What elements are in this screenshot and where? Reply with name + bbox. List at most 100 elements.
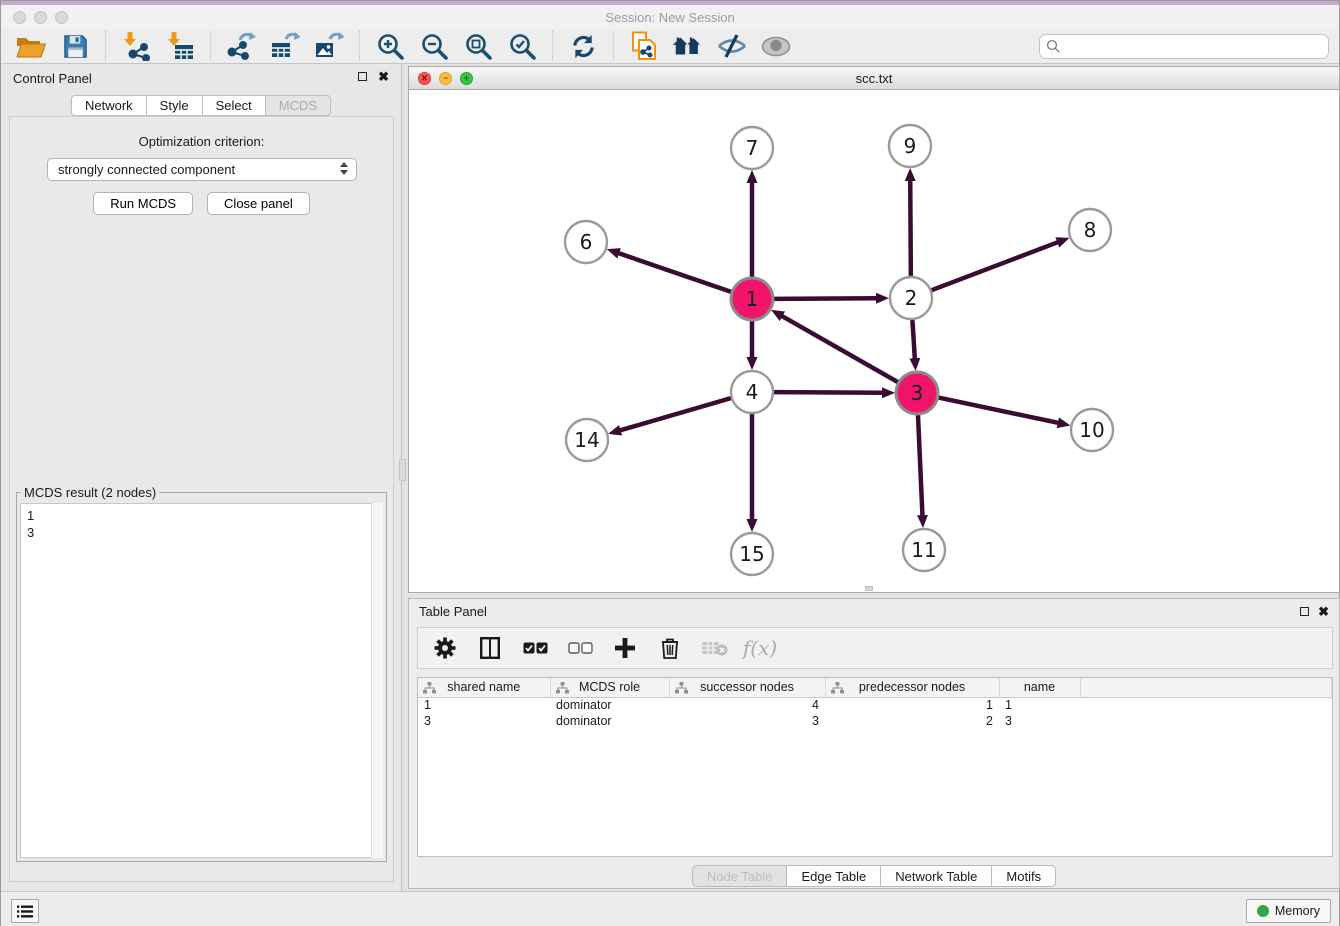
deselect-all-columns-icon[interactable] — [565, 633, 595, 663]
table-header-row: shared nameMCDS role successor nodes prede… — [418, 678, 1332, 697]
panel-splitter-handle[interactable] — [399, 459, 406, 481]
graph-node-label-15: 15 — [739, 542, 764, 566]
graph-node-label-8: 8 — [1084, 218, 1097, 242]
control-panel-title: Control Panel — [13, 71, 92, 86]
cell-successor-nodes[interactable]: 3 — [669, 713, 825, 729]
tab-mcds[interactable]: MCDS — [265, 95, 331, 116]
hierarchy-icon — [423, 682, 436, 697]
edge-4-3[interactable] — [774, 392, 883, 393]
tab-select[interactable]: Select — [202, 95, 265, 116]
cell-MCDS-role[interactable]: dominator — [550, 697, 669, 713]
zoom-selected-icon[interactable] — [506, 30, 538, 62]
split-view-icon[interactable] — [475, 633, 505, 663]
refresh-icon[interactable] — [567, 30, 599, 62]
function-builder-icon[interactable]: f(x) — [745, 633, 775, 663]
application-window: Session: New Session — [0, 0, 1340, 926]
zoom-out-icon[interactable] — [418, 30, 450, 62]
tab-edge-table[interactable]: Edge Table — [786, 865, 880, 887]
edge-2-3[interactable] — [912, 320, 914, 359]
edge-1-6[interactable] — [618, 253, 731, 292]
network-view-window: scc.txt ✕ − + 1234678910111415 — [408, 66, 1340, 593]
edge-3-1[interactable] — [782, 316, 898, 382]
edge-3-10[interactable] — [939, 398, 1059, 423]
save-session-icon[interactable] — [59, 30, 91, 62]
run-mcds-button[interactable]: Run MCDS — [93, 192, 193, 215]
cell-filler — [1080, 713, 1332, 729]
float-table-panel-icon[interactable] — [1300, 607, 1309, 616]
search-input[interactable] — [1039, 34, 1329, 59]
table-row[interactable]: 1dominator411 — [418, 697, 1332, 713]
delete-table-icon[interactable] — [700, 633, 730, 663]
show-all-icon[interactable] — [760, 30, 792, 62]
network-resize-handle[interactable] — [865, 586, 873, 591]
cell-shared-name[interactable]: 3 — [418, 713, 550, 729]
column-header-successor-nodes[interactable]: successor nodes — [669, 678, 825, 697]
optimization-criterion-select[interactable]: strongly connected component — [47, 158, 357, 181]
import-network-icon[interactable] — [120, 30, 152, 62]
export-network-icon[interactable] — [225, 30, 257, 62]
tab-network[interactable]: Network — [71, 95, 146, 116]
export-table-icon[interactable] — [269, 30, 301, 62]
cell-predecessor-nodes[interactable]: 2 — [825, 713, 999, 729]
column-label: predecessor nodes — [859, 680, 965, 694]
close-table-panel-icon[interactable]: ✖ — [1318, 604, 1329, 620]
close-panel-button[interactable]: Close panel — [207, 192, 310, 215]
tab-motifs[interactable]: Motifs — [991, 865, 1056, 887]
optimization-criterion-label: Optimization criterion: — [10, 134, 393, 149]
column-header-name[interactable]: name — [999, 678, 1080, 697]
graph-node-label-10: 10 — [1079, 418, 1104, 442]
import-table-icon[interactable] — [164, 30, 196, 62]
table-panel-title: Table Panel — [419, 604, 487, 619]
memory-button[interactable]: Memory — [1246, 899, 1331, 923]
edge-3-11[interactable] — [918, 415, 923, 516]
export-image-icon[interactable] — [313, 30, 345, 62]
add-row-icon[interactable] — [610, 633, 640, 663]
list-menu-icon — [17, 905, 33, 918]
control-tabs: NetworkStyleSelectMCDS — [1, 95, 401, 116]
memory-status-dot — [1257, 905, 1269, 917]
edge-4-14[interactable] — [620, 398, 731, 430]
result-scrollbar[interactable] — [371, 503, 383, 858]
status-bar: Memory — [1, 891, 1339, 926]
tab-node-table[interactable]: Node Table — [692, 865, 787, 887]
cell-MCDS-role[interactable]: dominator — [550, 713, 669, 729]
column-label: successor nodes — [700, 680, 794, 694]
graph-node-label-9: 9 — [904, 134, 917, 158]
graph-node-label-3: 3 — [911, 381, 924, 405]
cell-predecessor-nodes[interactable]: 1 — [825, 697, 999, 713]
cell-filler — [1080, 697, 1332, 713]
edge-1-2[interactable] — [774, 298, 877, 299]
home-icon[interactable] — [672, 30, 704, 62]
column-header-shared-name[interactable]: shared name — [418, 678, 550, 697]
cell-shared-name[interactable]: 1 — [418, 697, 550, 713]
column-header-MCDS-role[interactable]: MCDS role — [550, 678, 669, 697]
float-panel-icon[interactable] — [358, 72, 367, 81]
tab-style[interactable]: Style — [146, 95, 202, 116]
window-title: Session: New Session — [1, 10, 1339, 25]
edge-2-8[interactable] — [932, 242, 1059, 290]
tab-network-table[interactable]: Network Table — [880, 865, 991, 887]
hide-selected-icon[interactable] — [716, 30, 748, 62]
column-header-predecessor-nodes[interactable]: predecessor nodes — [825, 678, 999, 697]
cell-name[interactable]: 1 — [999, 697, 1080, 713]
network-window-title: scc.txt — [409, 71, 1339, 86]
status-menu-button[interactable] — [11, 899, 39, 923]
select-all-columns-icon[interactable] — [520, 633, 550, 663]
delete-row-trash-icon[interactable] — [655, 633, 685, 663]
network-canvas[interactable]: 1234678910111415 — [409, 90, 1339, 592]
mcds-result-textarea[interactable]: 1 3 — [20, 503, 383, 858]
zoom-fit-icon[interactable] — [462, 30, 494, 62]
table-body: 1dominator4113dominator323 — [418, 697, 1332, 729]
settings-gear-icon[interactable] — [430, 633, 460, 663]
edge-2-9[interactable] — [910, 180, 911, 276]
cell-name[interactable]: 3 — [999, 713, 1080, 729]
open-file-icon[interactable] — [15, 30, 47, 62]
table-row[interactable]: 3dominator323 — [418, 713, 1332, 729]
copy-network-icon[interactable] — [628, 30, 660, 62]
graph-node-label-1: 1 — [746, 287, 759, 311]
node-table[interactable]: shared nameMCDS role successor nodes prede… — [417, 677, 1333, 857]
network-graph[interactable]: 1234678910111415 — [409, 90, 1339, 593]
zoom-in-icon[interactable] — [374, 30, 406, 62]
cell-successor-nodes[interactable]: 4 — [669, 697, 825, 713]
close-panel-icon[interactable]: ✖ — [378, 69, 389, 85]
